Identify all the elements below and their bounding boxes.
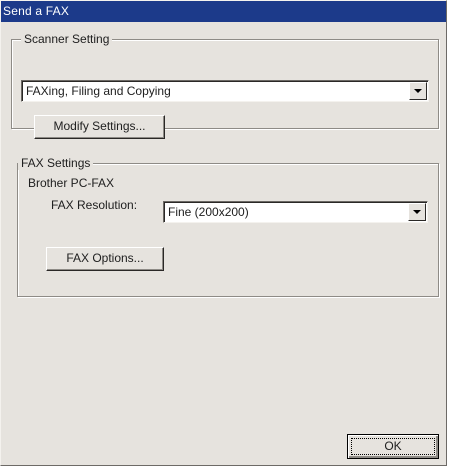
scanner-mode-dropdown[interactable]: FAXing, Filing and Copying — [21, 80, 429, 102]
fax-resolution-dropdown[interactable]: Fine (200x200) — [163, 201, 428, 223]
dialog-title: Send a FAX — [3, 4, 70, 18]
scanner-setting-label: Scanner Setting — [21, 32, 113, 46]
fax-settings-group: FAX Settings Brother PC-FAX FAX Resoluti… — [17, 156, 439, 297]
ok-button[interactable]: OK — [347, 434, 439, 459]
fax-settings-label: FAX Settings — [18, 156, 94, 170]
fax-options-label: FAX Options... — [66, 251, 144, 265]
chevron-down-icon[interactable] — [408, 203, 426, 221]
modify-settings-label: Modify Settings... — [53, 119, 146, 133]
modify-settings-button[interactable]: Modify Settings... — [34, 115, 165, 139]
fax-driver-name: Brother PC-FAX — [28, 176, 115, 190]
fax-resolution-value: Fine (200x200) — [168, 205, 249, 219]
fax-options-button[interactable]: FAX Options... — [46, 247, 164, 271]
ok-button-label: OK — [384, 439, 402, 453]
scanner-setting-group: Scanner Setting FAXing, Filing and Copyi… — [11, 32, 439, 139]
send-fax-dialog: Send a FAX Scanner Setting FAXing, Filin… — [0, 0, 447, 466]
scanner-mode-value: FAXing, Filing and Copying — [26, 84, 171, 98]
chevron-down-icon[interactable] — [409, 82, 427, 100]
dialog-titlebar[interactable]: Send a FAX — [1, 1, 446, 22]
fax-resolution-label: FAX Resolution: — [51, 198, 138, 212]
